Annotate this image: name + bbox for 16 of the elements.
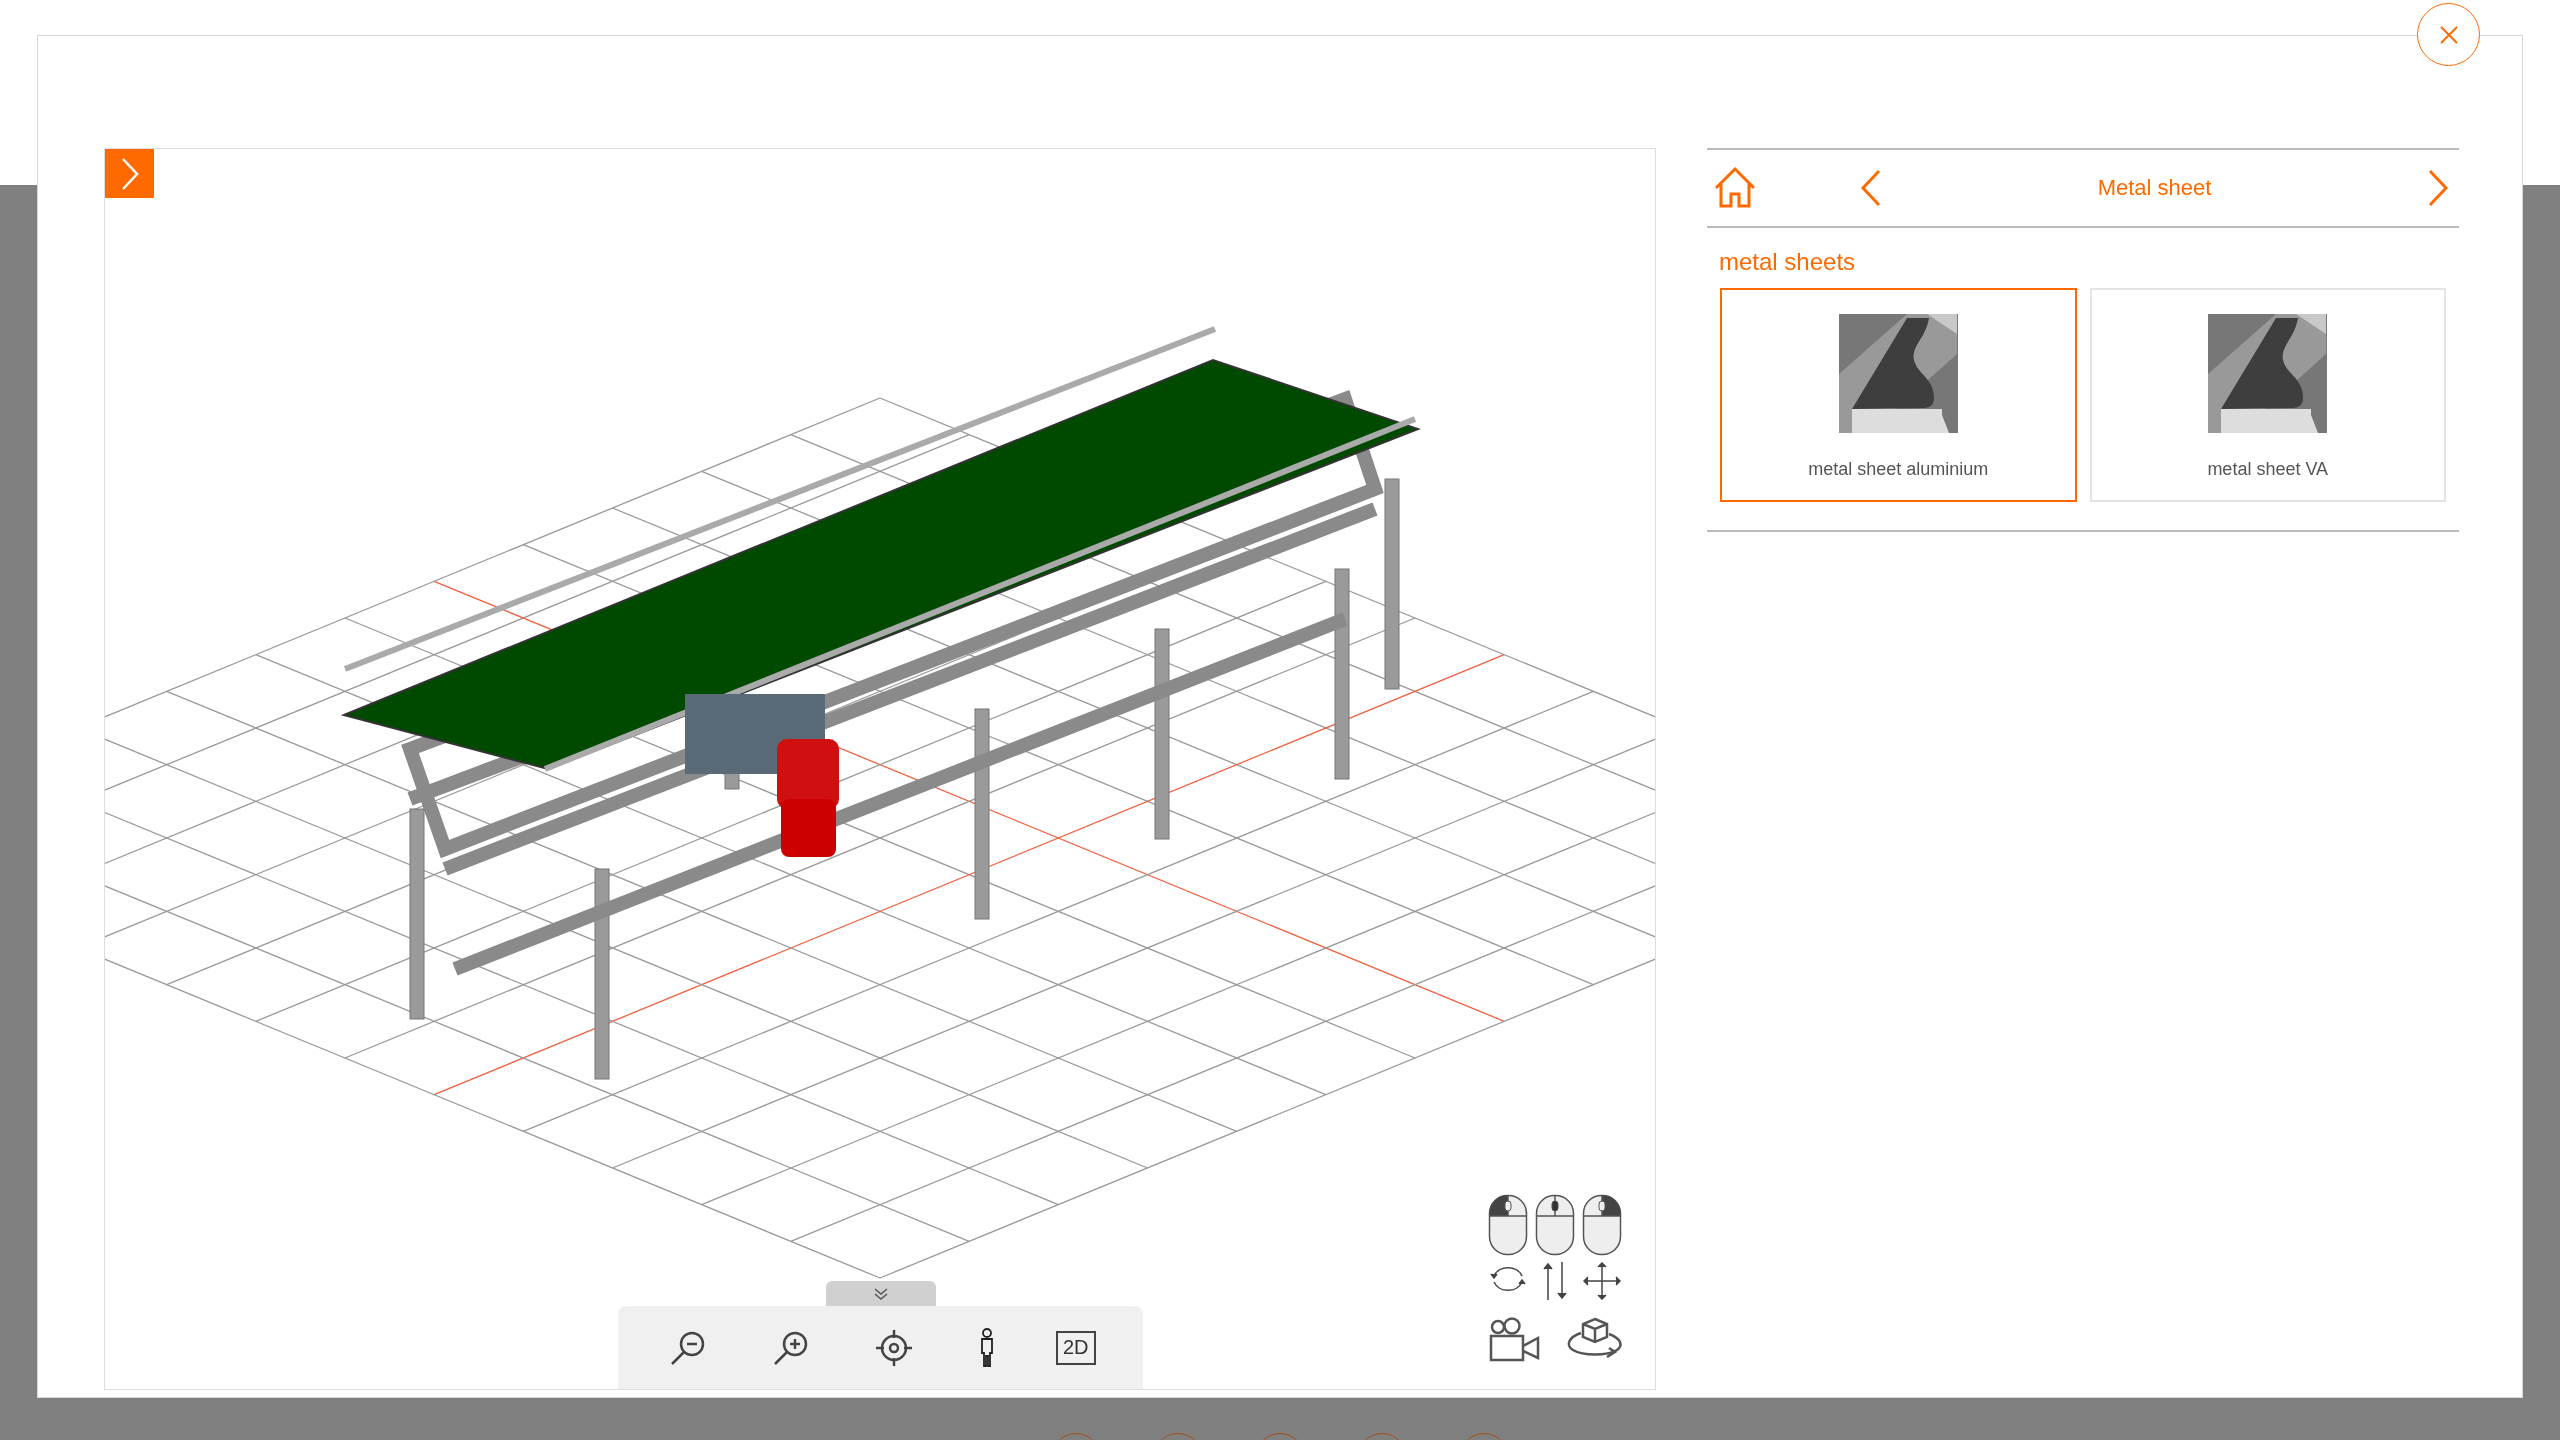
double-chevron-down-icon xyxy=(873,1286,889,1301)
video-camera-icon[interactable] xyxy=(1489,1317,1541,1363)
chevron-right-icon xyxy=(119,156,140,191)
option-card[interactable]: metal sheet VA xyxy=(2089,288,2446,502)
right-click-mouse-icon xyxy=(1581,1194,1622,1256)
option-card[interactable]: metal sheet aluminium xyxy=(1720,288,2077,502)
crosshair-icon xyxy=(874,1327,915,1368)
2d-view-button[interactable]: 2D xyxy=(1055,1330,1096,1365)
close-icon xyxy=(2437,23,2460,46)
scroll-wheel-mouse-icon xyxy=(1535,1194,1575,1256)
expand-button[interactable] xyxy=(105,149,154,198)
navigator-title: Metal sheet xyxy=(2096,175,2213,201)
left-click-mouse-icon xyxy=(1488,1194,1529,1256)
up-down-arrows-icon xyxy=(1540,1262,1570,1300)
section-title: metal sheets xyxy=(1719,248,1857,276)
move-arrows-icon xyxy=(1582,1262,1621,1300)
